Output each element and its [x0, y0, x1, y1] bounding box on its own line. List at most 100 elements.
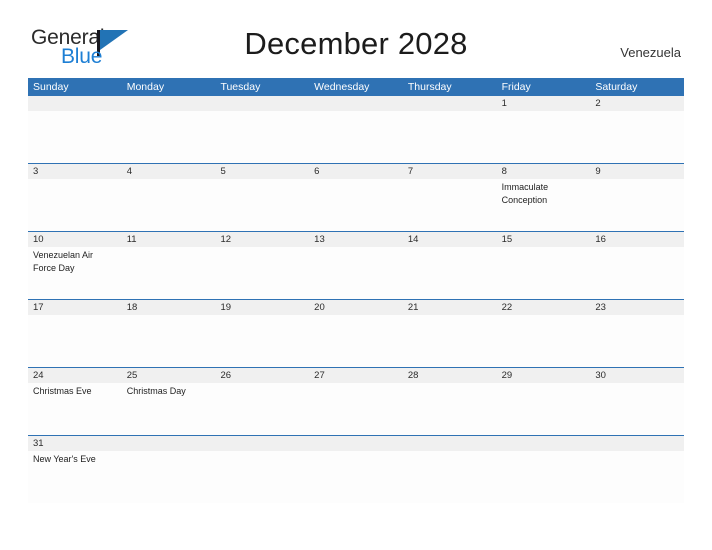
week-event-strip: Venezuelan Air Force Day: [28, 247, 684, 299]
day-number-7[interactable]: 7: [403, 164, 497, 179]
calendar-week-row: 12: [28, 96, 684, 163]
day-number-27[interactable]: 27: [309, 368, 403, 383]
calendar-week-row: 17 18 19 20 21 22 23: [28, 299, 684, 367]
day-events-empty: [403, 451, 497, 503]
week-date-strip: 31: [28, 436, 684, 451]
day-events-8[interactable]: Immaculate Conception: [497, 179, 591, 231]
day-events-5: [215, 179, 309, 231]
day-events-30: [590, 383, 684, 435]
day-number-13[interactable]: 13: [309, 232, 403, 247]
day-number-12[interactable]: 12: [215, 232, 309, 247]
region-label: Venezuela: [620, 45, 681, 60]
day-number-5[interactable]: 5: [215, 164, 309, 179]
day-events-11: [122, 247, 216, 299]
day-events-16: [590, 247, 684, 299]
day-events-empty: [590, 451, 684, 503]
day-number-empty: [122, 96, 216, 111]
day-events-1: [497, 111, 591, 163]
day-number-25[interactable]: 25: [122, 368, 216, 383]
week-event-strip: Christmas Eve Christmas Day: [28, 383, 684, 435]
page-header: General Blue December 2028 Venezuela: [0, 0, 712, 74]
day-events-25[interactable]: Christmas Day: [122, 383, 216, 435]
holiday-label: Christmas Day: [126, 386, 186, 396]
day-number-28[interactable]: 28: [403, 368, 497, 383]
day-events-23: [590, 315, 684, 367]
day-number-empty: [309, 96, 403, 111]
day-events-27: [309, 383, 403, 435]
weekday-header-sunday: Sunday: [33, 81, 69, 93]
day-number-3[interactable]: 3: [28, 164, 122, 179]
day-number-4[interactable]: 4: [122, 164, 216, 179]
day-number-21[interactable]: 21: [403, 300, 497, 315]
day-events-2: [590, 111, 684, 163]
day-number-22[interactable]: 22: [497, 300, 591, 315]
calendar-week-row: 31 New Year's Eve: [28, 435, 684, 503]
day-events-17: [28, 315, 122, 367]
day-number-31[interactable]: 31: [28, 436, 122, 451]
day-events-19: [215, 315, 309, 367]
weekday-header-tuesday: Tuesday: [220, 81, 261, 93]
day-number-empty: [497, 436, 591, 451]
day-events-empty: [309, 111, 403, 163]
day-number-11[interactable]: 11: [122, 232, 216, 247]
day-events-10[interactable]: Venezuelan Air Force Day: [28, 247, 122, 299]
day-number-empty: [403, 96, 497, 111]
day-number-14[interactable]: 14: [403, 232, 497, 247]
day-number-10[interactable]: 10: [28, 232, 122, 247]
day-number-6[interactable]: 6: [309, 164, 403, 179]
day-events-14: [403, 247, 497, 299]
day-number-20[interactable]: 20: [309, 300, 403, 315]
calendar-page: General Blue December 2028 Venezuela Sun…: [0, 0, 712, 550]
day-events-31[interactable]: New Year's Eve: [28, 451, 122, 503]
day-events-7: [403, 179, 497, 231]
day-events-20: [309, 315, 403, 367]
week-event-strip: [28, 315, 684, 367]
day-events-empty: [497, 451, 591, 503]
day-number-empty: [403, 436, 497, 451]
day-number-19[interactable]: 19: [215, 300, 309, 315]
day-number-16[interactable]: 16: [590, 232, 684, 247]
week-date-strip: 12: [28, 96, 684, 111]
day-events-9: [590, 179, 684, 231]
day-number-empty: [590, 436, 684, 451]
day-events-12: [215, 247, 309, 299]
day-events-3: [28, 179, 122, 231]
day-number-23[interactable]: 23: [590, 300, 684, 315]
day-events-13: [309, 247, 403, 299]
week-event-strip: [28, 111, 684, 163]
day-number-8[interactable]: 8: [497, 164, 591, 179]
week-event-strip: Immaculate Conception: [28, 179, 684, 231]
day-number-1[interactable]: 1: [497, 96, 591, 111]
day-number-18[interactable]: 18: [122, 300, 216, 315]
day-number-17[interactable]: 17: [28, 300, 122, 315]
calendar-week-row: 24 25 26 27 28 29 30 Christmas Eve Christmas Day: [28, 367, 684, 435]
day-number-2[interactable]: 2: [590, 96, 684, 111]
day-events-15: [497, 247, 591, 299]
day-events-empty: [215, 451, 309, 503]
day-number-15[interactable]: 15: [497, 232, 591, 247]
calendar-week-row: 3 4 5 6 7 8 9 Immaculate Conception: [28, 163, 684, 231]
day-number-30[interactable]: 30: [590, 368, 684, 383]
day-number-26[interactable]: 26: [215, 368, 309, 383]
day-events-empty: [28, 111, 122, 163]
day-number-9[interactable]: 9: [590, 164, 684, 179]
holiday-label: Immaculate Conception: [501, 182, 549, 205]
day-events-28: [403, 383, 497, 435]
day-events-empty: [122, 111, 216, 163]
day-number-empty: [215, 436, 309, 451]
day-events-22: [497, 315, 591, 367]
day-number-29[interactable]: 29: [497, 368, 591, 383]
day-number-empty: [309, 436, 403, 451]
weekday-header-thursday: Thursday: [407, 81, 452, 93]
calendar-grid: Sunday Monday Tuesday Wednesday Thursday Frid…: [28, 78, 684, 503]
day-number-empty: [122, 436, 216, 451]
weekday-header-row: Sunday Monday Tuesday Wednesday Thursday Frid…: [28, 78, 684, 96]
day-events-24[interactable]: Christmas Eve: [28, 383, 122, 435]
weekday-header-saturday: Saturday: [595, 81, 638, 93]
week-date-strip: 24 25 26 27 28 29 30: [28, 368, 684, 383]
day-number-24[interactable]: 24: [28, 368, 122, 383]
holiday-label: Venezuelan Air Force Day: [33, 250, 94, 273]
holiday-label: New Year's Eve: [33, 454, 96, 464]
week-date-strip: 10 11 12 13 14 15 16: [28, 232, 684, 247]
weekday-header-monday: Monday: [126, 81, 165, 93]
